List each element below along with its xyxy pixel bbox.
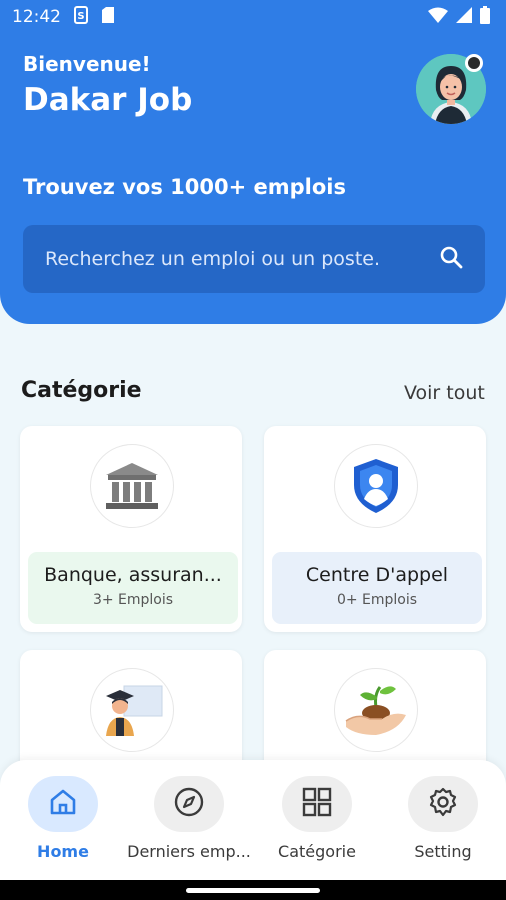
compass-pill[interactable] xyxy=(154,776,224,832)
shield-user-icon xyxy=(334,444,418,528)
grid-icon xyxy=(301,786,333,822)
svg-text:S: S xyxy=(77,11,84,22)
sim-icon: S xyxy=(73,5,89,29)
tagline: Trouvez vos 1000+ emplois xyxy=(23,175,346,199)
nav-label: Home xyxy=(37,842,89,861)
category-card-bank[interactable]: Banque, assuran... 3+ Emplois xyxy=(20,426,242,632)
search-icon[interactable] xyxy=(439,245,463,273)
bottom-navigation: Home Derniers emp... Catégorie Setting xyxy=(0,760,506,880)
search-placeholder[interactable]: Recherchez un emploi ou un poste. xyxy=(45,248,380,270)
category-name: Centre D'appel xyxy=(305,564,449,586)
nav-setting[interactable]: Setting xyxy=(380,776,506,861)
compass-icon xyxy=(173,786,205,822)
signal-icon xyxy=(456,6,472,28)
category-info: Centre D'appel 0+ Emplois xyxy=(272,552,482,624)
search-bar[interactable]: Recherchez un emploi ou un poste. xyxy=(23,225,485,293)
nav-latest-jobs[interactable]: Derniers emp... xyxy=(126,776,252,861)
nav-home[interactable]: Home xyxy=(0,776,126,861)
status-bar: 12:42 S xyxy=(0,0,506,34)
teacher-icon xyxy=(90,668,174,752)
category-info: Banque, assuran... 3+ Emplois xyxy=(28,552,238,624)
app-title: Dakar Job xyxy=(23,82,193,118)
see-all-link[interactable]: Voir tout xyxy=(404,382,485,404)
notification-dot xyxy=(465,54,483,72)
wifi-icon xyxy=(428,7,448,28)
bank-icon xyxy=(90,444,174,528)
gear-icon xyxy=(427,786,459,822)
battery-icon xyxy=(480,5,490,29)
gear-pill[interactable] xyxy=(408,776,478,832)
welcome-text: Bienvenue! xyxy=(23,52,151,76)
nav-label: Setting xyxy=(414,842,472,861)
nav-category[interactable]: Catégorie xyxy=(254,776,380,861)
nav-label: Catégorie xyxy=(278,842,356,861)
plant-hand-icon xyxy=(334,668,418,752)
header-banner: Bienvenue! Dakar Job Trouvez vos 1000+ e… xyxy=(0,0,506,324)
category-count: 0+ Emplois xyxy=(336,592,418,608)
category-name: Banque, assuran... xyxy=(44,564,222,586)
gesture-area xyxy=(0,880,506,900)
nav-label: Derniers emp... xyxy=(127,842,251,861)
category-count: 3+ Emplois xyxy=(92,592,174,608)
category-card-call-center[interactable]: Centre D'appel 0+ Emplois xyxy=(264,426,486,632)
grid-pill[interactable] xyxy=(282,776,352,832)
storage-icon xyxy=(101,6,115,29)
gesture-handle[interactable] xyxy=(186,888,320,893)
section-title: Catégorie xyxy=(21,378,142,403)
home-icon xyxy=(48,787,78,821)
home-pill[interactable] xyxy=(28,776,98,832)
status-time: 12:42 xyxy=(12,7,61,27)
